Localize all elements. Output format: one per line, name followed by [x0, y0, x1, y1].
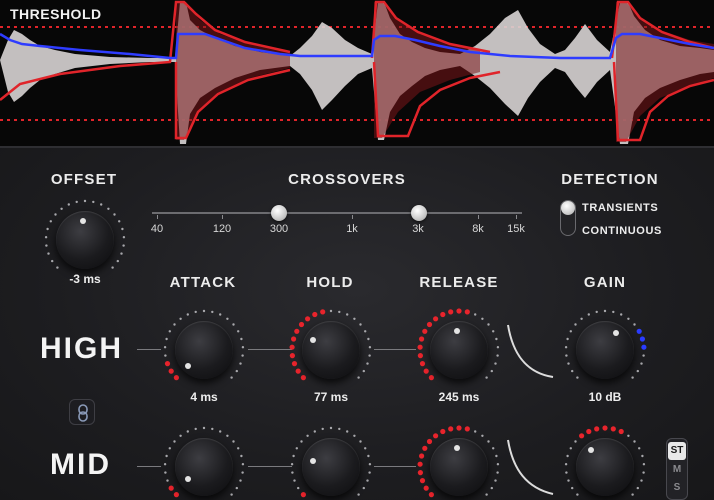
- knob-indicator: [454, 445, 460, 451]
- crossovers-title: CROSSOVERS: [288, 171, 406, 188]
- scale-label-120: 120: [212, 223, 232, 235]
- knob-indicator: [310, 458, 316, 464]
- mid-release-curve: [507, 439, 554, 495]
- high-hold-value: 77 ms: [313, 390, 349, 404]
- offset-knob[interactable]: [56, 211, 114, 269]
- high-release-curve: [507, 324, 554, 378]
- offset-knob-indicator: [80, 218, 86, 224]
- knob-indicator: [310, 337, 316, 343]
- knob-indicator: [185, 476, 191, 482]
- link-icon: [78, 404, 88, 422]
- knob-indicator: [454, 328, 460, 334]
- knob-indicator: [185, 363, 191, 369]
- scale-label-300: 300: [269, 223, 289, 235]
- detection-option-transients[interactable]: TRANSIENTS: [582, 202, 658, 214]
- mid-attack-knob[interactable]: [175, 438, 233, 496]
- hold-title: HOLD: [306, 274, 354, 291]
- mid-release-knob[interactable]: [430, 438, 488, 496]
- connector-line: [137, 349, 161, 350]
- crossover-high-handle[interactable]: [411, 205, 427, 221]
- high-gain-value: 10 dB: [588, 390, 622, 404]
- offset-title: OFFSET: [50, 171, 118, 188]
- scale-tick: [157, 215, 158, 219]
- scale-tick: [352, 215, 353, 219]
- high-hold-knob[interactable]: [302, 321, 360, 379]
- connector-line: [374, 466, 416, 467]
- high-release-value: 245 ms: [438, 390, 480, 404]
- scale-tick: [516, 215, 517, 219]
- band-link-button[interactable]: [69, 399, 95, 425]
- connector-line: [374, 349, 416, 350]
- band-label-high: HIGH: [40, 332, 123, 365]
- scale-tick: [478, 215, 479, 219]
- high-attack-value: 4 ms: [190, 390, 218, 404]
- high-release-knob[interactable]: [430, 321, 488, 379]
- scale-label-3k: 3k: [412, 223, 424, 235]
- crossover-low-handle[interactable]: [271, 205, 287, 221]
- high-gain-knob[interactable]: [576, 321, 634, 379]
- audio-waveform: [0, 2, 714, 144]
- stereo-mode-selector: ST M S: [666, 438, 688, 500]
- detection-toggle-knob: [561, 201, 575, 215]
- threshold-label: THRESHOLD: [10, 6, 102, 22]
- knob-indicator: [613, 330, 619, 336]
- scale-label-40: 40: [150, 223, 164, 235]
- mid-gain-knob[interactable]: [576, 438, 634, 496]
- detection-title: DETECTION: [561, 171, 659, 188]
- connector-line: [137, 466, 161, 467]
- connector-line: [248, 466, 292, 467]
- crossover-track[interactable]: [152, 212, 522, 214]
- scale-label-8k: 8k: [472, 223, 484, 235]
- scale-label-15k: 15k: [507, 223, 525, 235]
- attack-title: ATTACK: [169, 274, 237, 291]
- scale-tick: [222, 215, 223, 219]
- connector-line: [248, 349, 292, 350]
- knob-indicator: [588, 447, 594, 453]
- stereo-mode-m[interactable]: M: [668, 461, 686, 479]
- gain-title: GAIN: [583, 274, 627, 291]
- detection-option-continuous[interactable]: CONTINUOUS: [582, 225, 662, 237]
- waveform-graph: [0, 0, 714, 144]
- high-attack-knob[interactable]: [175, 321, 233, 379]
- detection-toggle[interactable]: [560, 200, 576, 236]
- release-title: RELEASE: [419, 274, 499, 291]
- gain-envelope-fill: [176, 2, 714, 142]
- mid-hold-knob[interactable]: [302, 438, 360, 496]
- stereo-mode-st[interactable]: ST: [668, 442, 686, 460]
- offset-value: -3 ms: [69, 272, 101, 286]
- scale-label-1k: 1k: [346, 223, 358, 235]
- stereo-mode-s[interactable]: S: [668, 479, 686, 497]
- waveform-display[interactable]: THRESHOLD: [0, 0, 714, 146]
- band-label-mid: MID: [50, 448, 111, 481]
